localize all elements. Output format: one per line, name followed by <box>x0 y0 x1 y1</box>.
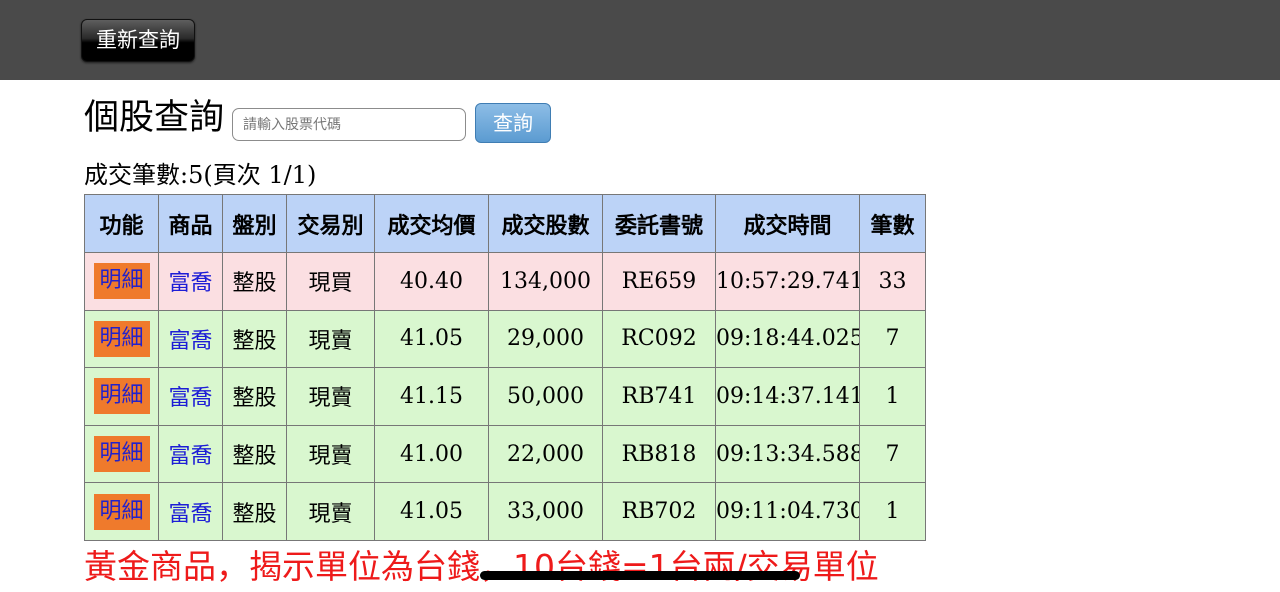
header-product: 商品 <box>158 194 223 253</box>
function-cell: 明細 <box>84 252 159 311</box>
order-no-cell: RB702 <box>602 482 716 541</box>
function-cell: 明細 <box>84 482 159 541</box>
avg-price-cell: 41.15 <box>374 367 489 426</box>
table-row: 明細 富喬 整股 現賣 41.00 22,000 RB818 09:13:34.… <box>84 424 926 484</box>
header-session: 盤別 <box>222 194 287 253</box>
top-bar: 重新查詢 <box>0 0 1280 80</box>
product-link[interactable]: 富喬 <box>168 271 212 296</box>
time-cell: 10:57:29.741 <box>715 252 860 311</box>
trade-type-cell: 現賣 <box>286 424 375 484</box>
trades-table: 功能 商品 盤別 交易別 成交均價 成交股數 委託書號 成交時間 筆數 明細 富… <box>84 194 926 541</box>
time-cell: 09:11:04.730 <box>715 482 860 541</box>
trade-type-cell: 現賣 <box>286 482 375 541</box>
order-no-cell: RB818 <box>602 424 716 484</box>
avg-price-cell: 41.05 <box>374 482 489 541</box>
stock-code-input[interactable] <box>232 108 466 141</box>
table-row: 明細 富喬 整股 現賣 41.05 29,000 RC092 09:18:44.… <box>84 309 926 369</box>
header-order-no: 委託書號 <box>602 194 716 253</box>
avg-price-cell: 40.40 <box>374 252 489 311</box>
time-cell: 09:13:34.588 <box>715 424 860 484</box>
refresh-query-button[interactable]: 重新查詢 <box>81 19 195 62</box>
trade-type-cell: 現賣 <box>286 309 375 369</box>
product-link[interactable]: 富喬 <box>168 502 212 527</box>
count-cell: 33 <box>859 252 926 311</box>
table-row: 明細 富喬 整股 現賣 41.05 33,000 RB702 09:11:04.… <box>84 482 926 541</box>
detail-button[interactable]: 明細 <box>93 493 150 530</box>
detail-button[interactable]: 明細 <box>93 320 150 357</box>
gold-unit-notice: 黃金商品，揭示單位為台錢，10台錢=1台兩/交易單位 <box>84 547 879 586</box>
shares-cell: 134,000 <box>488 252 603 311</box>
time-cell: 09:14:37.141 <box>715 367 860 426</box>
order-no-cell: RC092 <box>602 309 716 369</box>
function-cell: 明細 <box>84 367 159 426</box>
product-cell: 富喬 <box>158 252 223 311</box>
function-cell: 明細 <box>84 309 159 369</box>
trade-type-cell: 現賣 <box>286 367 375 426</box>
detail-button[interactable]: 明細 <box>93 263 150 300</box>
session-cell: 整股 <box>222 252 287 311</box>
product-cell: 富喬 <box>158 367 223 426</box>
header-function: 功能 <box>84 194 159 253</box>
table-row: 明細 富喬 整股 現買 40.40 134,000 RE659 10:57:29… <box>84 252 926 311</box>
product-link[interactable]: 富喬 <box>168 444 212 469</box>
order-no-cell: RB741 <box>602 367 716 426</box>
session-cell: 整股 <box>222 367 287 426</box>
count-cell: 7 <box>859 309 926 369</box>
session-cell: 整股 <box>222 482 287 541</box>
session-cell: 整股 <box>222 424 287 484</box>
detail-button[interactable]: 明細 <box>93 378 150 415</box>
table-row: 明細 富喬 整股 現賣 41.15 50,000 RB741 09:14:37.… <box>84 367 926 426</box>
function-cell: 明細 <box>84 424 159 484</box>
count-cell: 1 <box>859 482 926 541</box>
home-indicator[interactable] <box>480 571 800 580</box>
product-cell: 富喬 <box>158 424 223 484</box>
header-avg-price: 成交均價 <box>374 194 489 253</box>
shares-cell: 29,000 <box>488 309 603 369</box>
count-cell: 1 <box>859 367 926 426</box>
order-no-cell: RE659 <box>602 252 716 311</box>
search-button[interactable]: 查詢 <box>475 103 551 143</box>
shares-cell: 50,000 <box>488 367 603 426</box>
avg-price-cell: 41.00 <box>374 424 489 484</box>
detail-button[interactable]: 明細 <box>93 436 150 473</box>
product-cell: 富喬 <box>158 309 223 369</box>
header-count: 筆數 <box>859 194 926 253</box>
shares-cell: 22,000 <box>488 424 603 484</box>
header-time: 成交時間 <box>715 194 860 253</box>
trade-count-summary: 成交筆數:5(頁次 1/1) <box>84 161 317 189</box>
table-header-row: 功能 商品 盤別 交易別 成交均價 成交股數 委託書號 成交時間 筆數 <box>84 194 926 253</box>
product-cell: 富喬 <box>158 482 223 541</box>
product-link[interactable]: 富喬 <box>168 386 212 411</box>
header-shares: 成交股數 <box>488 194 603 253</box>
time-cell: 09:18:44.025 <box>715 309 860 369</box>
session-cell: 整股 <box>222 309 287 369</box>
page-title: 個股查詢 <box>84 98 225 138</box>
count-cell: 7 <box>859 424 926 484</box>
shares-cell: 33,000 <box>488 482 603 541</box>
product-link[interactable]: 富喬 <box>168 329 212 354</box>
avg-price-cell: 41.05 <box>374 309 489 369</box>
trade-type-cell: 現買 <box>286 252 375 311</box>
header-trade-type: 交易別 <box>286 194 375 253</box>
